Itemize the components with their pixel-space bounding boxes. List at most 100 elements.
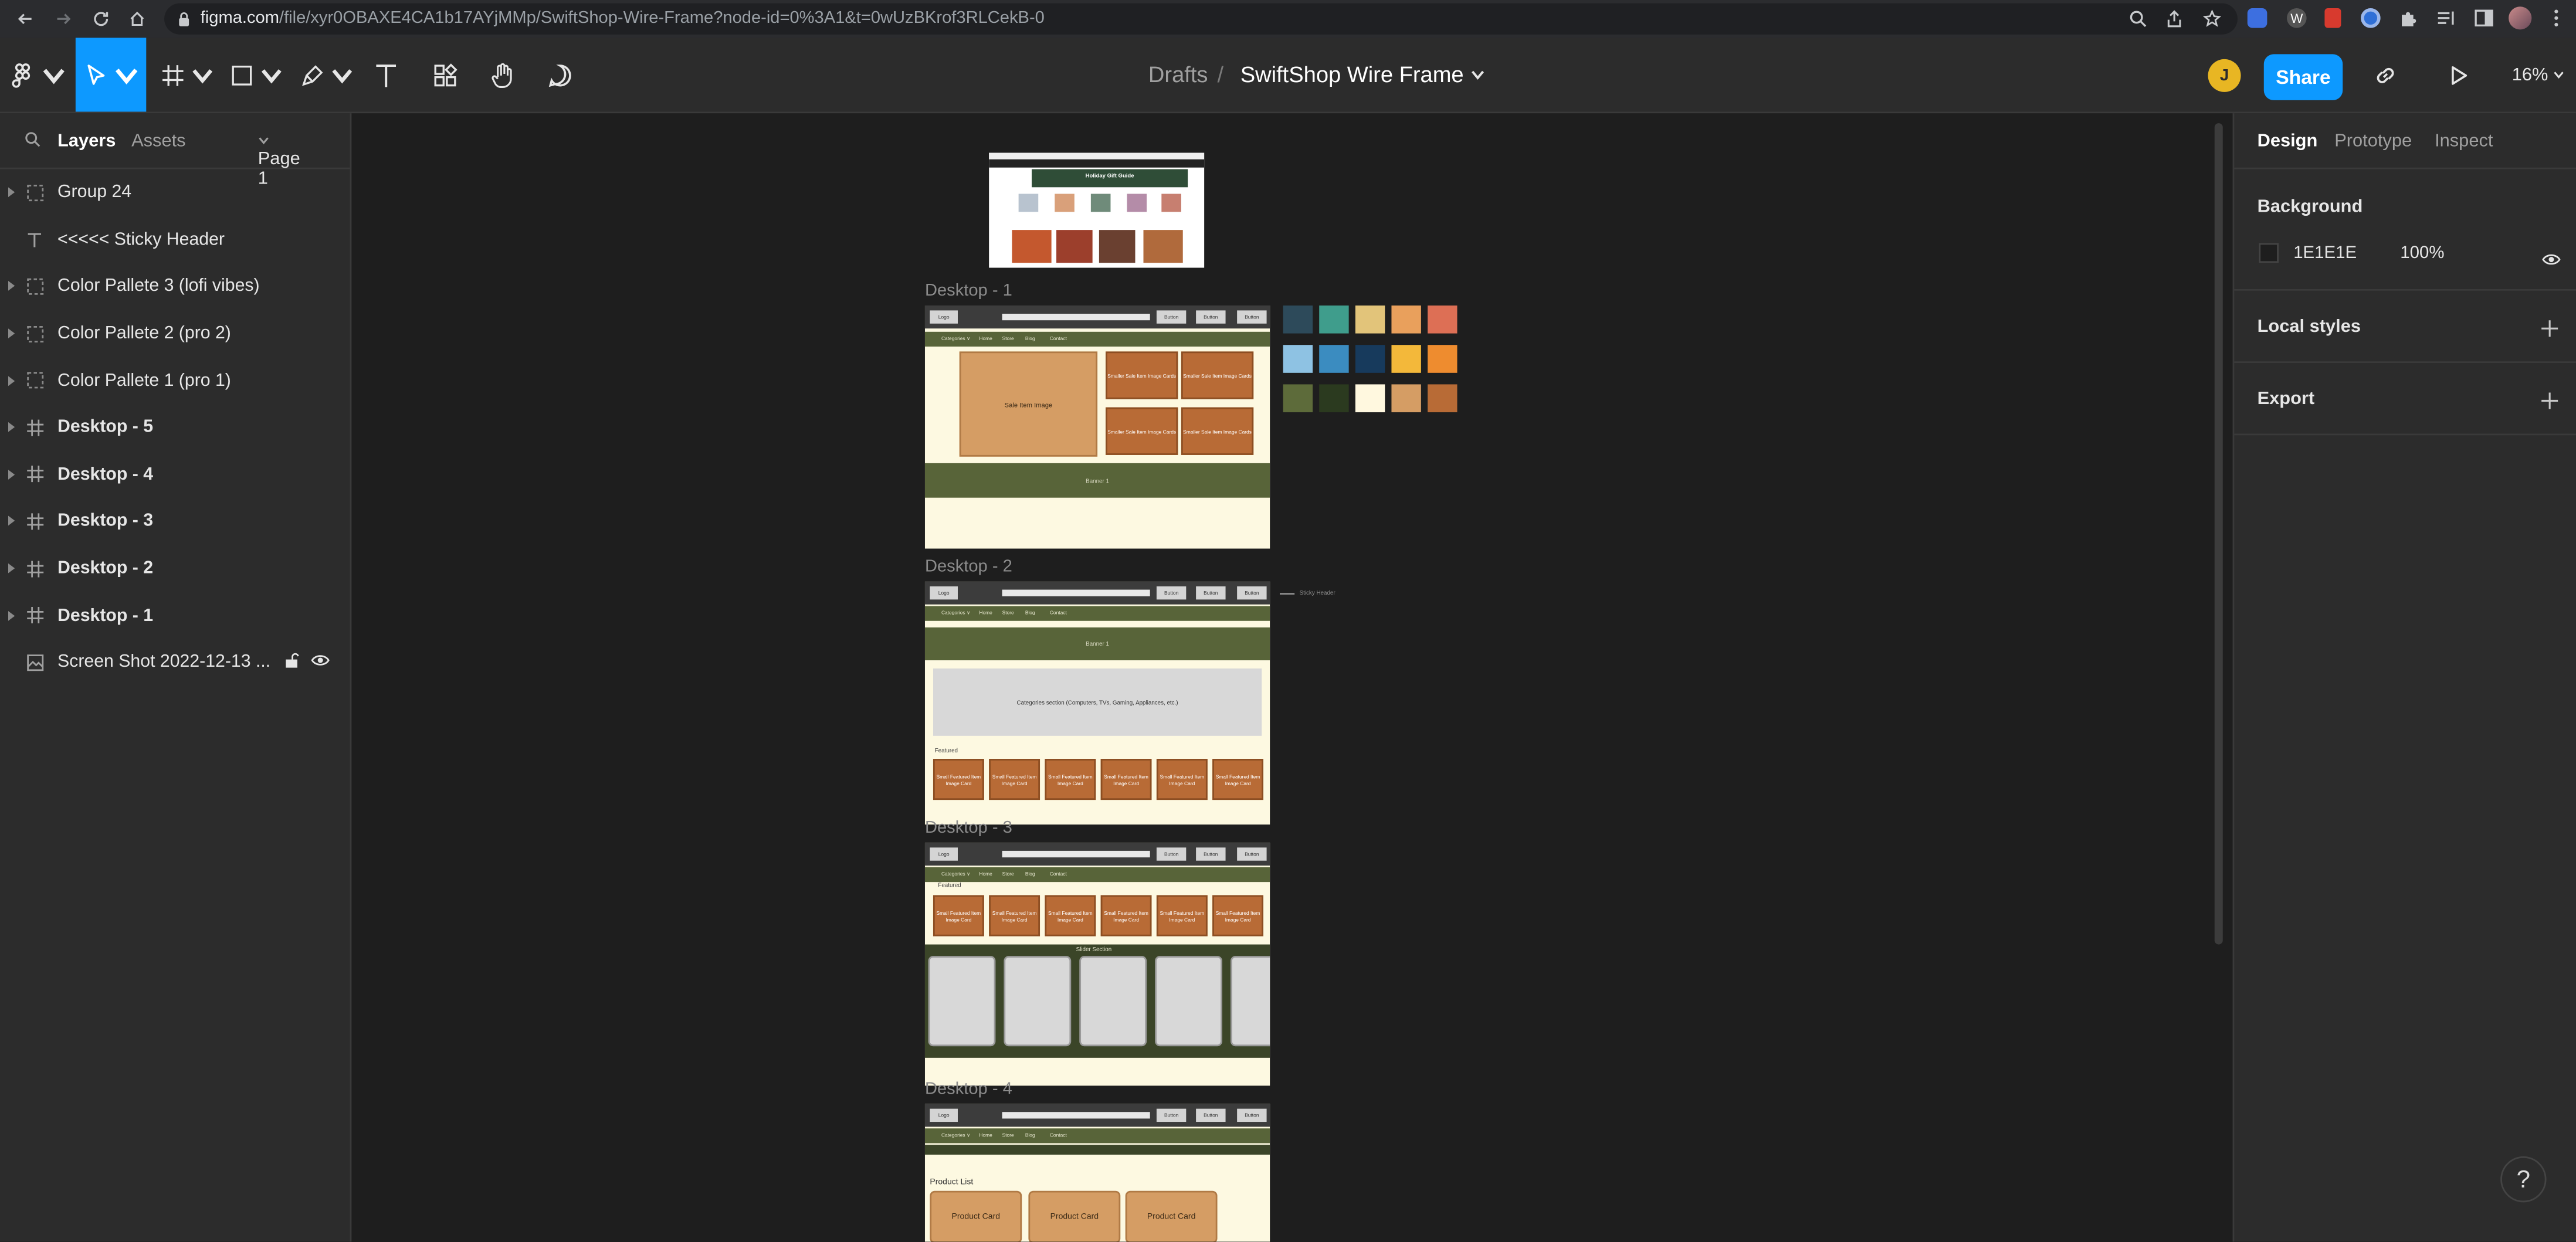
layer-sticky-header-text[interactable]: <<<<< Sticky Header: [0, 216, 351, 263]
main-menu-button[interactable]: [10, 38, 66, 111]
frame-label-desktop-4[interactable]: Desktop - 4: [925, 1081, 1012, 1099]
tab-prototype[interactable]: Prototype: [2334, 131, 2412, 151]
canvas-scrollbar[interactable]: [2214, 123, 2223, 945]
layer-desktop-5[interactable]: Desktop - 5: [0, 404, 351, 451]
swatch: [1428, 305, 1458, 334]
sticky-header-annotation[interactable]: Sticky Header: [1279, 590, 1362, 600]
expand-triangle-icon[interactable]: [8, 563, 15, 574]
frame-desktop-1[interactable]: Logo Button Button Button Categories ∨ H…: [924, 305, 1270, 549]
layer-color-pallete-2[interactable]: Color Pallete 2 (pro 2): [0, 310, 351, 357]
bg-visibility-eye-icon[interactable]: [2541, 245, 2561, 274]
bg-opacity-input[interactable]: 100%: [2400, 243, 2444, 263]
lock-icon: [178, 12, 191, 26]
copy-link-button[interactable]: [2367, 38, 2404, 111]
expand-triangle-icon[interactable]: [8, 610, 15, 620]
file-menu-chevron-icon[interactable]: [1464, 38, 1487, 111]
expand-triangle-icon[interactable]: [8, 328, 15, 339]
extension-w-icon[interactable]: W: [2285, 6, 2308, 29]
figma-toolbar: Drafts / SwiftShop Wire Frame J Share 16…: [0, 38, 2576, 114]
expand-triangle-icon[interactable]: [8, 422, 15, 433]
extension-blue-circle-icon[interactable]: [2359, 6, 2382, 29]
extension-shield-icon[interactable]: [2246, 6, 2269, 29]
layer-screen-shot[interactable]: Screen Shot 2022-12-13 ...: [0, 639, 351, 686]
tab-design[interactable]: Design: [2258, 131, 2318, 151]
browser-menu-icon[interactable]: [2545, 6, 2568, 29]
tab-inspect[interactable]: Inspect: [2435, 131, 2493, 151]
layer-name: Desktop - 2: [57, 558, 154, 579]
shape-tool-button[interactable]: [230, 38, 283, 111]
frame-tool-button[interactable]: [161, 38, 213, 111]
color-palettes[interactable]: [1283, 305, 1464, 420]
drafts-link[interactable]: Drafts: [1148, 38, 1208, 111]
forward-icon[interactable]: [45, 0, 81, 38]
zoom-dropdown[interactable]: 16%: [2512, 38, 2565, 111]
share-page-icon[interactable]: [2162, 6, 2185, 29]
wf-nav-item: Blog: [1025, 609, 1035, 616]
swatch: [1283, 384, 1313, 413]
layer-name: Group 24: [57, 182, 132, 203]
user-avatar[interactable]: J: [2208, 59, 2241, 92]
layer-desktop-4[interactable]: Desktop - 4: [0, 451, 351, 498]
unlock-icon[interactable]: [284, 651, 299, 673]
bookmark-star-icon[interactable]: [2200, 6, 2223, 29]
expand-triangle-icon[interactable]: [8, 375, 15, 386]
expand-triangle-icon[interactable]: [8, 188, 15, 198]
frame-icon: [25, 606, 45, 626]
layer-desktop-3[interactable]: Desktop - 3: [0, 498, 351, 545]
layer-group-24[interactable]: Group 24: [0, 169, 351, 216]
extensions-puzzle-icon[interactable]: [2397, 6, 2420, 29]
group-icon: [25, 324, 45, 344]
screenshot-preview[interactable]: Holiday Gift Guide: [989, 152, 1205, 268]
frame-label-desktop-3[interactable]: Desktop - 3: [925, 820, 1012, 838]
hand-tool-button[interactable]: [484, 38, 521, 111]
add-export-plus-icon[interactable]: [2540, 389, 2560, 409]
sidebar-toggle-icon[interactable]: [2473, 6, 2496, 29]
pen-tool-button[interactable]: [301, 38, 354, 111]
wf-nav: [924, 1128, 1270, 1143]
profile-avatar-icon[interactable]: [2509, 6, 2532, 30]
tab-layers[interactable]: Layers: [57, 131, 116, 151]
back-icon[interactable]: [6, 0, 43, 38]
layer-desktop-2[interactable]: Desktop - 2: [0, 545, 351, 592]
swatch: [1428, 384, 1458, 413]
design-canvas[interactable]: Holiday Gift Guide Desktop - 1 Logo Butt…: [351, 113, 2233, 1242]
frame-label-desktop-2[interactable]: Desktop - 2: [925, 558, 1012, 576]
home-icon[interactable]: [118, 0, 155, 38]
reading-list-icon[interactable]: [2435, 6, 2458, 29]
frame-label-desktop-1[interactable]: Desktop - 1: [925, 283, 1012, 301]
expand-triangle-icon[interactable]: [8, 281, 15, 292]
present-button[interactable]: [2439, 38, 2476, 111]
add-local-style-plus-icon[interactable]: [2540, 317, 2560, 337]
layers-search-icon[interactable]: [25, 131, 41, 152]
share-button[interactable]: Share: [2263, 54, 2343, 100]
layer-color-pallete-3[interactable]: Color Pallete 3 (lofi vibes): [0, 263, 351, 310]
left-panel-tabs: Layers Assets Page 1: [0, 113, 350, 189]
wf-button: Button: [1237, 310, 1267, 324]
layer-color-pallete-1[interactable]: Color Pallete 1 (pro 1): [0, 357, 351, 404]
text-tool-button[interactable]: [368, 38, 404, 111]
help-button[interactable]: ?: [2500, 1156, 2547, 1203]
extension-red-icon[interactable]: [2321, 6, 2344, 29]
move-tool-button[interactable]: [75, 38, 147, 112]
url-text: figma.com/file/xyr0OBAXE4CA1b17AYjMMp/Sw…: [201, 10, 1045, 28]
expand-triangle-icon[interactable]: [8, 516, 15, 527]
wf-slide: [1155, 956, 1222, 1047]
file-name[interactable]: SwiftShop Wire Frame: [1240, 38, 1464, 111]
swatch: [1319, 305, 1349, 334]
visibility-eye-icon[interactable]: [310, 653, 330, 673]
resources-tool-button[interactable]: [427, 38, 463, 111]
wf-nav-item: Store: [1002, 870, 1014, 877]
expand-triangle-icon[interactable]: [8, 469, 15, 480]
frame-desktop-4[interactable]: Logo Button Button Button Categories ∨ H…: [924, 1104, 1270, 1242]
layer-desktop-1[interactable]: Desktop - 1: [0, 592, 351, 639]
comment-tool-button[interactable]: [542, 38, 578, 111]
page-selector[interactable]: Page 1: [258, 131, 300, 189]
frame-desktop-2[interactable]: Logo Button Button Button Categories ∨ H…: [924, 581, 1270, 825]
zoom-lens-icon[interactable]: [2126, 6, 2148, 29]
address-bar[interactable]: figma.com/file/xyr0OBAXE4CA1b17AYjMMp/Sw…: [164, 3, 2238, 35]
bg-color-swatch[interactable]: [2259, 243, 2279, 263]
tab-assets[interactable]: Assets: [131, 131, 185, 151]
reload-icon[interactable]: [82, 0, 118, 38]
frame-desktop-3[interactable]: Logo Button Button Button Categories ∨ H…: [924, 842, 1270, 1086]
bg-hex-input[interactable]: 1E1E1E: [2293, 243, 2357, 263]
